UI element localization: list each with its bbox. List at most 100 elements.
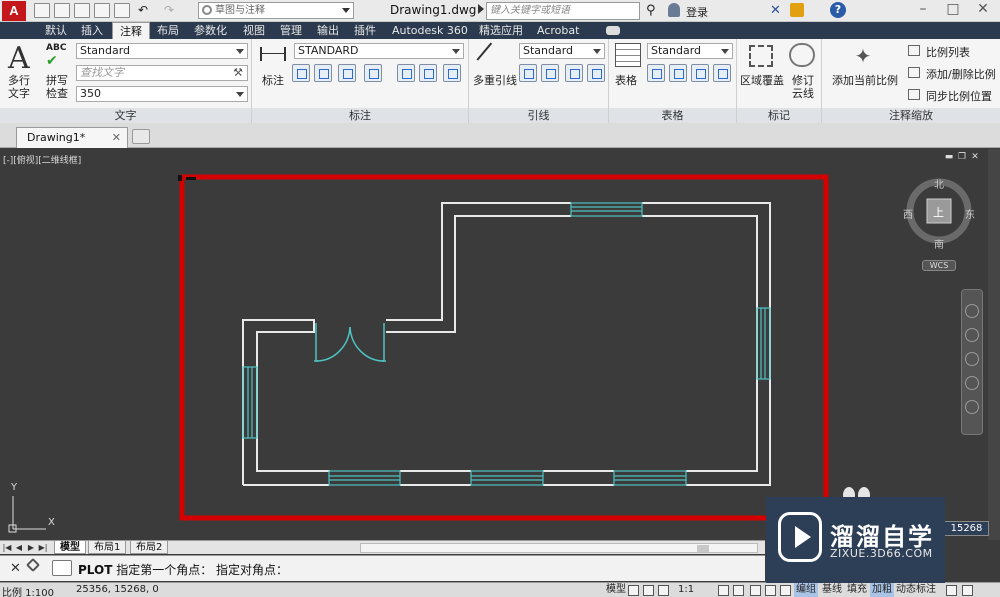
dim-style-select[interactable]: STANDARD <box>294 43 464 59</box>
autocad-logo[interactable]: A <box>2 1 26 21</box>
table-style-select[interactable]: Standard <box>647 43 733 59</box>
table-button[interactable]: 表格 <box>615 74 637 87</box>
wipeout-icon[interactable] <box>749 45 773 67</box>
multiline-text-icon[interactable]: A <box>8 41 30 76</box>
close-command-line-icon[interactable]: ✕ <box>10 561 21 576</box>
status-toggle-dynamic-dim[interactable]: 动态标注 <box>894 583 938 597</box>
otrack-icon[interactable] <box>780 585 791 596</box>
align-leader-icon[interactable] <box>565 64 583 82</box>
dim-break-icon[interactable] <box>338 64 356 82</box>
document-tab[interactable]: Drawing1* ✕ <box>16 127 128 148</box>
layout-tab-2[interactable]: 布局2 <box>130 541 169 554</box>
tab-parametric[interactable]: 参数化 <box>187 22 234 39</box>
lightbulb-icon[interactable] <box>946 585 957 596</box>
revision-cloud-icon[interactable] <box>789 43 815 67</box>
first-layout-icon[interactable]: |◀ <box>2 542 12 553</box>
table-upload-icon[interactable] <box>713 64 731 82</box>
add-current-scale-button[interactable]: 添加当前比例 <box>832 74 898 87</box>
tab-manage[interactable]: 管理 <box>273 22 309 39</box>
undo-icon[interactable]: ↶ <box>138 3 154 18</box>
polar-icon[interactable] <box>750 585 761 596</box>
dim-continue-icon[interactable] <box>314 64 332 82</box>
lock-icon[interactable] <box>733 585 744 596</box>
maximize-button[interactable]: □ <box>938 0 968 20</box>
status-model[interactable]: 模型 <box>604 583 628 597</box>
tab-default[interactable]: 默认 <box>38 22 74 39</box>
tab-acrobat[interactable]: Acrobat <box>530 22 586 39</box>
viewport-close-icon[interactable]: ✕ <box>970 153 980 162</box>
spell-check-button[interactable]: 拼写 检查 <box>46 74 68 100</box>
table-download-icon[interactable] <box>691 64 709 82</box>
status-toggle-baseline[interactable]: 基线 <box>820 583 844 597</box>
command-line[interactable]: ✕ PLOT 指定第一个角点： 指定对角点： <box>0 555 765 581</box>
close-icon[interactable]: ✕ <box>112 128 121 148</box>
table-panel-title[interactable]: 表格 <box>609 108 736 123</box>
add-delete-scale-button[interactable]: 添加/删除比例 <box>926 66 996 82</box>
dim-update-icon[interactable] <box>443 64 461 82</box>
snap-icon[interactable] <box>643 585 654 596</box>
scale-list-button[interactable]: 比例列表 <box>926 44 970 60</box>
sign-in-link[interactable]: 登录 <box>686 4 708 20</box>
app-store-icon[interactable] <box>790 3 804 17</box>
new-file-icon[interactable] <box>34 3 50 18</box>
close-button[interactable]: ✕ <box>968 0 998 20</box>
redo-icon[interactable]: ↷ <box>164 3 180 18</box>
minimize-button[interactable]: – <box>908 0 938 20</box>
spell-check-icon[interactable]: ABC ✔ <box>46 43 66 69</box>
status-scale[interactable]: 比例 1:100 <box>2 584 54 597</box>
status-coordinates[interactable]: 25356, 15268, 0 <box>76 584 159 595</box>
showmotion-icon[interactable] <box>965 400 979 414</box>
tab-view[interactable]: 视图 <box>236 22 272 39</box>
table-data-link-icon[interactable] <box>647 64 665 82</box>
tab-featured-apps[interactable]: 精选应用 <box>472 22 530 39</box>
sync-scale-position-button[interactable]: 同步比例位置 <box>926 88 992 104</box>
horizontal-scrollbar[interactable] <box>360 543 758 553</box>
dim-jog-icon[interactable] <box>419 64 437 82</box>
viewport-controls-label[interactable]: [-][俯视][二维线框] <box>3 153 81 166</box>
wipeout-button[interactable]: 区域覆盖 <box>740 74 784 87</box>
collect-leader-icon[interactable] <box>587 64 605 82</box>
osnap-icon[interactable] <box>765 585 776 596</box>
leader-style-select[interactable]: Standard <box>519 43 605 59</box>
viewcube-south[interactable]: 南 <box>934 236 944 251</box>
workspace-icon[interactable] <box>718 585 729 596</box>
multileader-icon[interactable] <box>476 42 508 74</box>
remove-leader-icon[interactable] <box>541 64 559 82</box>
viewport-restore-icon[interactable]: ❐ <box>957 153 967 162</box>
tab-plugins[interactable]: 插件 <box>347 22 383 39</box>
revision-cloud-button[interactable]: 修订 云线 <box>792 74 814 100</box>
scrollbar-thumb[interactable] <box>697 545 709 552</box>
status-toggle-fill[interactable]: 填充 <box>845 583 869 597</box>
table-extract-icon[interactable] <box>669 64 687 82</box>
text-style-select[interactable]: Standard <box>76 43 248 59</box>
pan-icon[interactable] <box>965 328 979 342</box>
find-icon[interactable]: ⚒ <box>233 66 243 80</box>
prev-layout-icon[interactable]: ◀ <box>14 542 24 553</box>
zoom-icon[interactable] <box>965 352 979 366</box>
tab-annotate[interactable]: 注释 <box>112 22 150 39</box>
markup-panel-title[interactable]: 标记 <box>737 108 821 123</box>
ribbon-toggle-icon[interactable] <box>606 26 620 35</box>
annotation-scale[interactable]: 1:1 <box>676 583 696 597</box>
next-layout-icon[interactable]: ▶ <box>26 542 36 553</box>
dimension-icon[interactable] <box>260 47 286 61</box>
dim-inspect-icon[interactable] <box>397 64 415 82</box>
vertical-scrollbar[interactable] <box>988 149 1000 540</box>
layout-tab-model[interactable]: 模型 <box>54 541 86 554</box>
workspace-select[interactable]: 草图与注释 <box>198 2 354 19</box>
print-icon[interactable] <box>114 3 130 18</box>
orbit-icon[interactable] <box>965 376 979 390</box>
leader-panel-title[interactable]: 引线 <box>469 108 608 123</box>
steering-wheel-icon[interactable] <box>965 304 979 318</box>
dimension-panel-title[interactable]: 标注 <box>252 108 468 123</box>
recent-commands-icon[interactable] <box>52 560 72 576</box>
add-scale-icon[interactable]: ✦ <box>852 45 874 67</box>
text-height-select[interactable]: 350 <box>76 86 248 102</box>
viewport-minimize-icon[interactable]: ▬ <box>944 153 954 162</box>
last-layout-icon[interactable]: ▶| <box>38 542 48 553</box>
binoculars-icon[interactable]: ⚲ <box>646 3 656 18</box>
clean-screen-icon[interactable] <box>962 585 973 596</box>
grid-icon[interactable] <box>628 585 639 596</box>
viewcube-top-face[interactable]: 上 <box>933 204 944 220</box>
table-icon[interactable] <box>615 43 641 67</box>
